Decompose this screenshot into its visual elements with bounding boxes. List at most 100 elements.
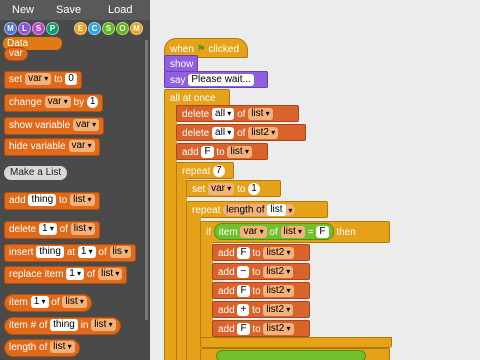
replace-item-label: replace item — [9, 269, 64, 280]
list-dropdown[interactable]: lis — [109, 246, 132, 259]
save-button[interactable]: Save — [56, 4, 81, 16]
list-dropdown[interactable]: list — [97, 268, 123, 281]
index-dropdown[interactable]: 1 — [39, 223, 57, 236]
item-of-list-reporter[interactable]: item 1 of list — [4, 294, 92, 312]
set-label: set — [9, 74, 23, 85]
var-dropdown[interactable]: var — [208, 183, 235, 196]
add-label: add — [218, 286, 235, 297]
category-c-button[interactable]: C — [88, 22, 101, 35]
message-input[interactable]: Please wait... — [188, 74, 254, 87]
script-area[interactable]: when ⚑ clicked show say Please wait... a… — [150, 0, 480, 360]
list2-dropdown[interactable]: list2 — [263, 266, 294, 279]
category-e-button[interactable]: E — [74, 22, 87, 35]
equals-operator-partial[interactable] — [216, 350, 366, 360]
if-block-partial[interactable] — [200, 348, 390, 360]
item-index-of-reporter[interactable]: item # of thing in list — [4, 317, 121, 335]
list-dropdown[interactable]: list — [227, 146, 252, 159]
add-f-to-list-block[interactable]: add F to list — [176, 143, 268, 160]
all-dropdown[interactable]: all — [212, 127, 235, 140]
in-label: in — [80, 320, 89, 331]
var-dropdown[interactable]: var — [72, 119, 100, 132]
list-dropdown[interactable]: list — [70, 194, 95, 207]
var-dropdown[interactable]: var — [25, 73, 52, 86]
list-dropdown[interactable]: list — [70, 223, 96, 236]
list-dropdown[interactable]: list — [248, 108, 273, 121]
set-var-block[interactable]: set var to 0 — [4, 71, 82, 89]
value-input[interactable]: F — [237, 323, 250, 336]
repeat-length-block[interactable]: repeat length of list — [186, 201, 328, 218]
make-a-list-button[interactable]: Make a List — [4, 166, 68, 180]
category-s2-button[interactable]: S — [102, 22, 115, 35]
value-input[interactable]: − — [237, 266, 250, 279]
list2-dropdown[interactable]: list2 — [263, 285, 294, 298]
all-at-once-label: all at once — [170, 93, 216, 104]
list2-dropdown[interactable]: list2 — [263, 323, 294, 336]
var-dropdown[interactable]: var — [68, 140, 95, 153]
list2-dropdown[interactable]: list2 — [263, 247, 294, 260]
set-var-to-block[interactable]: set var to 1 — [186, 180, 281, 197]
show-variable-block[interactable]: show variable var — [4, 117, 105, 135]
hide-variable-block[interactable]: hide variable var — [4, 138, 100, 156]
new-button[interactable]: New — [12, 4, 34, 16]
add-thing-block[interactable]: add thing to list — [4, 192, 100, 210]
delete-all-of-list2-block[interactable]: delete all of list2 — [176, 124, 306, 141]
delete-item-block[interactable]: delete 1 of list — [4, 221, 101, 239]
list-dropdown[interactable]: list — [267, 204, 286, 217]
value-input[interactable]: F — [237, 247, 250, 260]
say-block[interactable]: say Please wait... — [164, 71, 268, 88]
load-button[interactable]: Load — [108, 4, 132, 16]
block-palette: New Save Load M L S P E C S O M Data var… — [0, 0, 150, 360]
category-p-button[interactable]: P — [46, 22, 59, 35]
list-dropdown[interactable]: list — [62, 296, 87, 309]
if-block[interactable]: if item var of list = F then — [200, 221, 390, 243]
category-o-button[interactable]: O — [116, 22, 129, 35]
list-dropdown[interactable]: list — [91, 319, 116, 332]
thing-input[interactable]: thing — [28, 194, 57, 207]
show-block[interactable]: show — [164, 55, 198, 72]
var-reporter-block[interactable]: var — [4, 47, 28, 61]
var-dropdown[interactable]: var — [44, 96, 71, 109]
list2-dropdown[interactable]: list2 — [248, 127, 279, 140]
palette-scrollbar[interactable] — [145, 40, 148, 320]
index-dropdown[interactable]: 1 — [77, 246, 96, 259]
category-m2-button[interactable]: M — [130, 22, 143, 35]
index-dropdown[interactable]: 1 — [30, 296, 49, 309]
delete-all-of-list-block[interactable]: delete all of list — [176, 105, 299, 122]
var-reporter[interactable]: var — [240, 226, 267, 239]
list-dropdown[interactable]: list — [50, 341, 75, 354]
list-dropdown[interactable]: list — [280, 226, 306, 239]
category-s-button[interactable]: S — [32, 22, 45, 35]
thing-input[interactable]: thing — [36, 246, 64, 259]
length-of-list-reporter[interactable]: length of list — [4, 339, 80, 357]
all-at-once-block[interactable]: all at once — [164, 89, 230, 106]
repeat-label: repeat — [182, 166, 211, 177]
add-plus-to-list2-block[interactable]: add + to list2 — [212, 301, 310, 318]
change-var-block[interactable]: change var by 1 — [4, 94, 104, 112]
add-f-to-list2-block[interactable]: add F to list2 — [212, 282, 310, 299]
value-input[interactable]: 0 — [65, 73, 77, 86]
equals-label: = — [307, 227, 314, 238]
index-dropdown[interactable]: 1 — [66, 268, 85, 281]
thing-input[interactable]: thing — [50, 319, 78, 332]
equals-operator[interactable]: item var of list = F — [213, 223, 334, 240]
repeat-block[interactable]: repeat 7 — [176, 162, 234, 179]
category-m-button[interactable]: M — [4, 22, 17, 35]
add-f-to-list2-block[interactable]: add F to list2 — [212, 244, 310, 261]
amount-input[interactable]: 1 — [86, 96, 99, 109]
length-of-list-reporter[interactable]: length of list — [223, 204, 296, 217]
to-label: to — [216, 147, 225, 158]
category-l-button[interactable]: L — [18, 22, 31, 35]
value-input[interactable]: F — [237, 285, 250, 298]
value-input[interactable]: F — [201, 146, 214, 159]
list2-dropdown[interactable]: list2 — [263, 304, 294, 317]
add-minus-to-list2-block[interactable]: add − to list2 — [212, 263, 310, 280]
insert-item-block[interactable]: insert thing at 1 of lis — [4, 244, 137, 262]
value-input[interactable]: 1 — [248, 183, 260, 196]
value-input[interactable]: + — [237, 304, 250, 317]
replace-item-block[interactable]: replace item 1 of list — [4, 266, 128, 284]
repeat-count-input[interactable]: 7 — [213, 165, 225, 178]
when-label: when — [170, 44, 194, 55]
all-dropdown[interactable]: all — [212, 108, 235, 121]
add-f-to-list2-block[interactable]: add F to list2 — [212, 320, 310, 337]
compare-input[interactable]: F — [316, 226, 329, 239]
